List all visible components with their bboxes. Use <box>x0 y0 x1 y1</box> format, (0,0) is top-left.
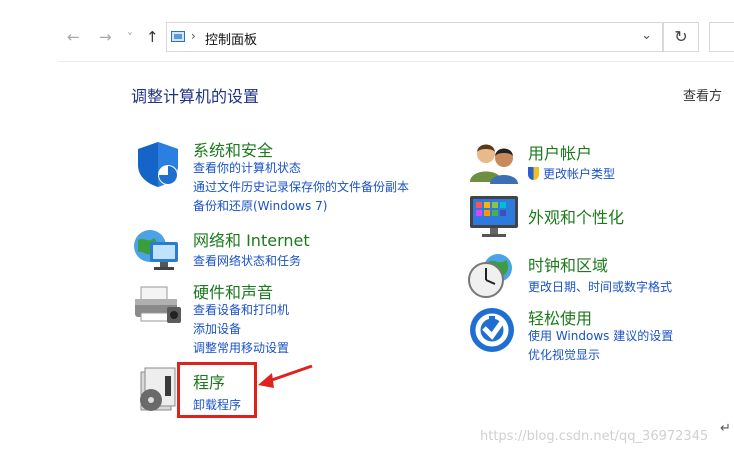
link-add-device[interactable]: 添加设备 <box>193 320 241 337</box>
link-network-status[interactable]: 查看网络状态和任务 <box>193 252 301 269</box>
page-title: 调整计算机的设置 <box>131 87 260 106</box>
link-mobility-settings[interactable]: 调整常用移动设置 <box>193 339 289 356</box>
network-globe-icon <box>134 230 178 270</box>
toolbar-divider <box>58 61 734 62</box>
view-by-label[interactable]: 查看方 <box>683 85 722 104</box>
link-windows-recommended-settings[interactable]: 使用 Windows 建议的设置 <box>528 327 673 344</box>
refresh-icon: ↻ <box>674 27 688 46</box>
search-box[interactable] <box>709 22 734 52</box>
forward-button[interactable]: → <box>99 28 112 46</box>
link-optimize-visual-display[interactable]: 优化视觉显示 <box>528 346 600 363</box>
monitor-icon <box>470 196 518 237</box>
breadcrumb-separator[interactable]: › <box>191 29 196 43</box>
annotation-arrow-icon <box>258 364 313 388</box>
programs-disc-icon <box>140 367 176 411</box>
back-button[interactable]: ← <box>67 28 80 46</box>
link-backup-restore[interactable]: 备份和还原(Windows 7) <box>193 197 327 214</box>
printer-icon <box>135 286 181 323</box>
uac-shield-icon <box>528 167 539 180</box>
clock-globe-icon <box>468 254 512 298</box>
users-icon <box>470 144 518 184</box>
control-panel-icon <box>171 31 185 42</box>
address-dropdown-icon[interactable]: ⌄ <box>641 28 652 43</box>
return-mark: ↵ <box>720 421 731 436</box>
ease-of-access-icon <box>470 308 514 352</box>
shield-icon <box>138 142 178 187</box>
link-change-date-time-format[interactable]: 更改日期、时间或数字格式 <box>528 278 672 295</box>
link-view-computer-status[interactable]: 查看你的计算机状态 <box>193 159 301 176</box>
category-system-security[interactable]: 系统和安全 <box>193 137 273 161</box>
breadcrumb-control-panel[interactable]: 控制面板 <box>205 29 257 48</box>
link-devices-printers[interactable]: 查看设备和打印机 <box>193 301 289 318</box>
category-clock-region[interactable]: 时钟和区域 <box>528 252 608 276</box>
link-change-account-type[interactable]: 更改帐户类型 <box>528 165 615 182</box>
up-button[interactable]: ↑ <box>146 28 159 46</box>
category-network-internet[interactable]: 网络和 Internet <box>193 227 310 251</box>
refresh-button[interactable]: ↻ <box>663 22 699 52</box>
category-ease-of-access[interactable]: 轻松使用 <box>528 305 592 329</box>
link-change-account-type-label[interactable]: 更改帐户类型 <box>543 167 615 181</box>
link-file-history-backup[interactable]: 通过文件历史记录保存你的文件备份副本 <box>193 178 409 195</box>
annotation-highlight-box <box>177 362 257 418</box>
category-appearance-personalization[interactable]: 外观和个性化 <box>528 204 624 228</box>
recent-locations-button[interactable]: ˅ <box>127 31 133 45</box>
category-user-accounts[interactable]: 用户帐户 <box>528 140 592 164</box>
category-hardware-sound[interactable]: 硬件和声音 <box>193 279 273 303</box>
watermark-text: https://blog.csdn.net/qq_36972345 <box>480 429 709 444</box>
address-bar[interactable]: › 控制面板 ⌄ <box>166 22 663 52</box>
